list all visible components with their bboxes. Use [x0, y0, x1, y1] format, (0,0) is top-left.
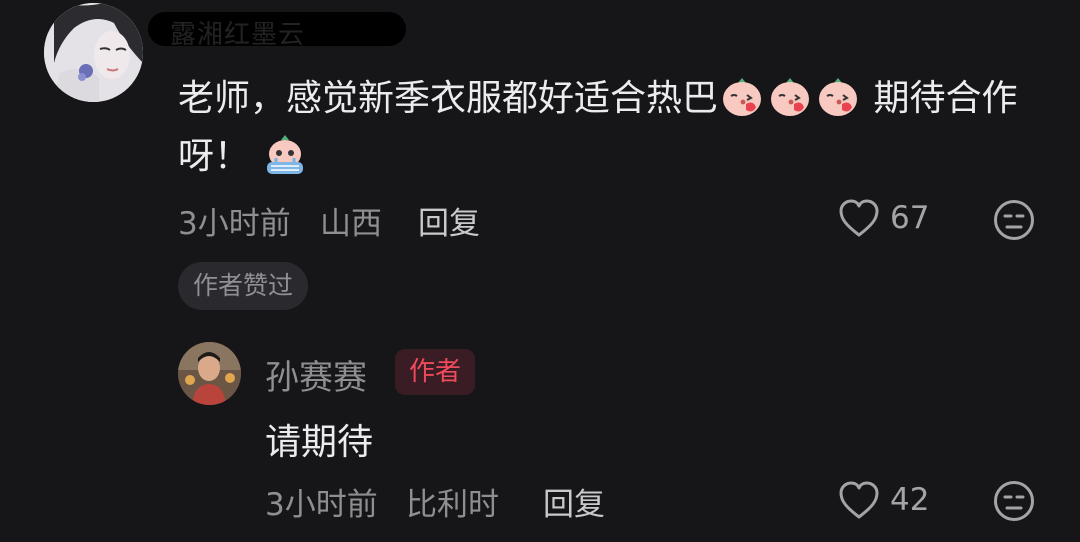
kiss-face-emoji	[720, 74, 764, 118]
comment-text-part1: 老师，感觉新季衣服都好适合热巴	[178, 78, 719, 119]
commenter-username[interactable]: 露湘红墨云	[170, 14, 305, 51]
neutral-face-icon	[993, 199, 1035, 241]
crying-face-emoji	[263, 132, 307, 176]
comment-like-count: 67	[890, 200, 930, 236]
comment-location: 山西	[320, 206, 382, 242]
comment-like-button[interactable]	[838, 198, 880, 238]
neutral-face-icon	[993, 480, 1035, 522]
reply-username[interactable]: 孙赛赛	[265, 350, 367, 399]
kiss-face-emoji	[816, 74, 860, 118]
reply-like-count: 42	[890, 482, 930, 518]
comment-dislike-button[interactable]	[993, 199, 1035, 241]
heart-outline-icon	[838, 480, 880, 520]
author-badge: 作者	[395, 349, 476, 395]
comment-body: 老师，感觉新季衣服都好适合热巴 期待合作呀！	[178, 70, 1038, 186]
reply-dislike-button[interactable]	[993, 480, 1035, 522]
reply-like-button[interactable]	[838, 480, 880, 520]
commenter-avatar[interactable]	[44, 3, 143, 102]
author-liked-chip: 作者赞过	[178, 262, 309, 310]
reply-location: 比利时	[406, 487, 499, 523]
reply-avatar[interactable]	[178, 342, 241, 405]
kiss-face-emoji	[768, 74, 812, 118]
heart-outline-icon	[838, 198, 880, 238]
reply-reply-button[interactable]: 回复	[543, 479, 605, 524]
reply-body: 请期待	[265, 422, 374, 463]
reply-time: 3小时前	[265, 487, 378, 523]
comment-time: 3小时前	[178, 206, 291, 242]
comment-reply-button[interactable]: 回复	[418, 198, 480, 243]
